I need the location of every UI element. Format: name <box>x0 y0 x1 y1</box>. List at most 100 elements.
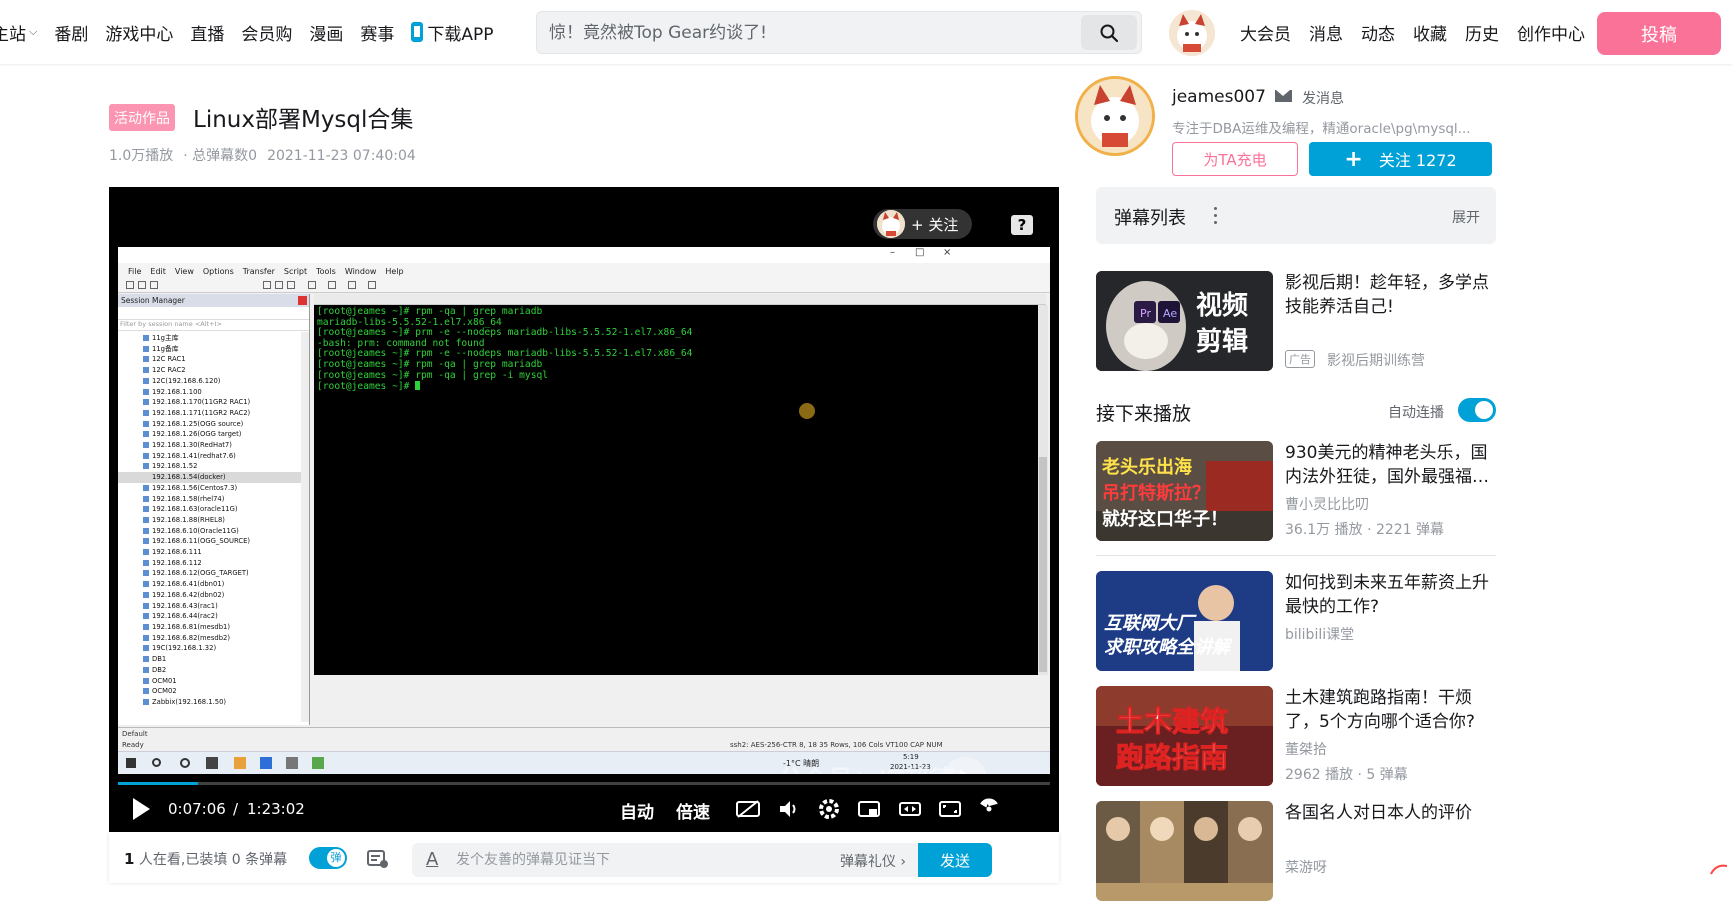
nav-messages[interactable]: 消息 <box>1309 20 1343 45</box>
menu-item: Edit <box>150 266 166 276</box>
autoplay-toggle[interactable] <box>1458 398 1496 422</box>
video-thumbnail: 土木建筑 跑路指南 <box>1096 686 1273 786</box>
rec-author[interactable]: 曹小灵比比叨 <box>1285 494 1369 514</box>
nav-download-app[interactable]: 下载APP <box>411 20 493 45</box>
session-scrollbar <box>301 332 309 722</box>
session-item: 192.168.1.170(11GR2 RAC1) <box>143 397 309 408</box>
nav-member-shop[interactable]: 会员购 <box>241 20 292 45</box>
send-message-link[interactable]: 发消息 <box>1302 88 1344 108</box>
terminal-tabbar <box>314 294 1046 305</box>
viewer-count: 1 人在看,已装填 0 条弹幕 <box>124 849 287 869</box>
widescreen-icon[interactable] <box>897 797 923 821</box>
danmaku-send-bar: 1 人在看,已装填 0 条弹幕 A 弹幕礼仪 › 发送 <box>109 832 1059 883</box>
pip-icon[interactable] <box>856 797 882 821</box>
uploader-name[interactable]: jeames007 <box>1172 87 1266 107</box>
rec-author[interactable]: bilibili课堂 <box>1285 624 1354 644</box>
session-item: 12C RAC2 <box>143 365 309 376</box>
mail-icon[interactable] <box>1275 90 1292 102</box>
recommendation-card[interactable]: 互联网大厂 求职攻略全讲解 如何找到未来五年薪资上升最快的工作? bilibil… <box>1096 571 1496 671</box>
quality-button[interactable]: 自动 <box>620 798 654 823</box>
session-filter: Filter by session name <Alt+I> <box>118 320 309 331</box>
rec-author[interactable]: 菜游呀 <box>1285 857 1327 877</box>
upload-button[interactable]: 投稿 <box>1597 12 1721 55</box>
player-controls: 0:07:06 / 1:23:02 自动 倍速 <box>109 787 1059 832</box>
send-danmaku-button[interactable]: 发送 <box>918 843 992 877</box>
video-thumbnail <box>1096 801 1273 901</box>
more-options-icon[interactable] <box>1214 207 1218 225</box>
nav-comics[interactable]: 漫画 <box>309 20 343 45</box>
recommendation-card[interactable]: 老头乐出海 吊打特斯拉？ 就好这口华子！ 930美元的精神老头乐，国内法外狂徒，… <box>1096 441 1496 541</box>
nav-favorites[interactable]: 收藏 <box>1413 20 1447 45</box>
nav-dynamics[interactable]: 动态 <box>1361 20 1395 45</box>
nav-history[interactable]: 历史 <box>1465 20 1499 45</box>
thumb-caption: 吊打特斯拉？ <box>1102 483 1210 504</box>
speed-button[interactable]: 倍速 <box>676 798 710 823</box>
danmaku-total: · 总弹幕数0 <box>183 148 258 164</box>
charge-button[interactable]: 为TA充电 <box>1172 142 1298 176</box>
rec-title[interactable]: 土木建筑跑路指南！干烦了，5个方向哪个适合你? <box>1285 686 1497 734</box>
uploader-description: 专注于DBA运维及编程，精通oracle\pg\mysql... <box>1172 121 1471 137</box>
search-input[interactable] <box>549 18 1069 48</box>
nav-live[interactable]: 直播 <box>190 20 224 45</box>
nav-main-site[interactable]: 主站 ⌵ <box>0 20 37 45</box>
close-icon: × <box>943 247 952 258</box>
fullscreen-icon[interactable] <box>976 797 1002 821</box>
danmaku-list-header[interactable]: 弹幕列表 展开 <box>1096 187 1496 244</box>
nav-creator-center[interactable]: 创作中心 <box>1517 20 1585 45</box>
player-follow-button[interactable]: + 关注 <box>873 209 973 239</box>
settings-icon[interactable] <box>816 797 842 821</box>
danmaku-expand-button[interactable]: 展开 <box>1452 207 1480 227</box>
terminal-margin <box>970 305 1038 675</box>
rec-title[interactable]: 如何找到未来五年薪资上升最快的工作? <box>1285 571 1497 619</box>
ad-thumbnail: Pr Ae 视频 剪辑 <box>1096 271 1273 371</box>
subtitle-off-icon[interactable] <box>735 797 761 821</box>
menu-item: Help <box>385 266 404 276</box>
toolbar-icon <box>328 281 336 289</box>
rec-author[interactable]: 董桀拾 <box>1285 739 1327 759</box>
search-button[interactable] <box>1081 15 1137 50</box>
session-item: 11g主库 <box>143 333 309 344</box>
danmaku-settings-icon[interactable] <box>366 848 390 870</box>
danmaku-style-icon[interactable]: A <box>426 849 438 870</box>
player-follow-label: + 关注 <box>911 215 959 234</box>
help-icon[interactable]: ? <box>1011 215 1033 235</box>
nav-game-center[interactable]: 游戏中心 <box>105 20 173 45</box>
danmaku-toggle[interactable] <box>309 847 347 869</box>
cat-avatar-image <box>1078 79 1152 153</box>
video-thumbnail: 互联网大厂 求职攻略全讲解 <box>1096 571 1273 671</box>
follow-button[interactable]: + 关注 1272 <box>1309 142 1492 176</box>
video-player[interactable]: + 关注 ? – □ × File Edit View Options Tran… <box>109 187 1059 832</box>
webfullscreen-icon[interactable] <box>937 797 963 821</box>
rec-title[interactable]: 各国名人对日本人的评价 <box>1285 801 1497 825</box>
session-tools <box>118 307 309 320</box>
recommendation-card[interactable]: 各国名人对日本人的评价 菜游呀 <box>1096 801 1496 901</box>
play-icon[interactable] <box>133 798 150 820</box>
rec-title[interactable]: 930美元的精神老头乐，国内法外狂徒，国外最强福… <box>1285 441 1497 489</box>
total-time: 1:23:02 <box>247 800 305 818</box>
svg-text:Ae: Ae <box>1163 307 1177 320</box>
feedback-icon[interactable] <box>1710 862 1728 876</box>
nav-right: 大会员 消息 动态 收藏 历史 创作中心 <box>1240 0 1603 64</box>
activity-tag[interactable]: 活动作品 <box>109 104 175 131</box>
uploader-avatar[interactable] <box>1075 76 1155 156</box>
danmaku-input[interactable] <box>456 849 816 871</box>
recommendation-card[interactable]: 土木建筑 跑路指南 土木建筑跑路指南！干烦了，5个方向哪个适合你? 董桀拾 29… <box>1096 686 1496 786</box>
session-item: 192.168.6.44(rac2) <box>143 611 309 622</box>
ad-title[interactable]: 影视后期！趁年轻，多学点技能养活自己! <box>1285 271 1497 319</box>
volume-icon[interactable] <box>776 797 802 821</box>
thumb-caption: 互联网大厂 <box>1104 613 1194 634</box>
cat-avatar-image <box>1169 10 1215 56</box>
user-avatar[interactable] <box>1169 10 1215 56</box>
nav-esports[interactable]: 赛事 <box>360 20 394 45</box>
ad-card[interactable]: Pr Ae 视频 剪辑 影视后期！趁年轻，多学点技能养活自己! 广告 影视后期训练… <box>1096 271 1496 371</box>
nav-anime[interactable]: 番剧 <box>54 20 88 45</box>
toolbar-icon <box>308 281 316 289</box>
progress-bar[interactable] <box>118 782 1050 785</box>
task-view-icon <box>180 758 190 768</box>
danmaku-etiquette-link[interactable]: 弹幕礼仪 › <box>840 851 906 871</box>
toolbar-icon <box>138 281 146 289</box>
maximize-icon: □ <box>915 247 925 258</box>
nav-vip[interactable]: 大会员 <box>1240 20 1291 45</box>
video-title: Linux部署Mysql合集 <box>193 107 414 133</box>
terminal-cursor <box>415 381 421 391</box>
